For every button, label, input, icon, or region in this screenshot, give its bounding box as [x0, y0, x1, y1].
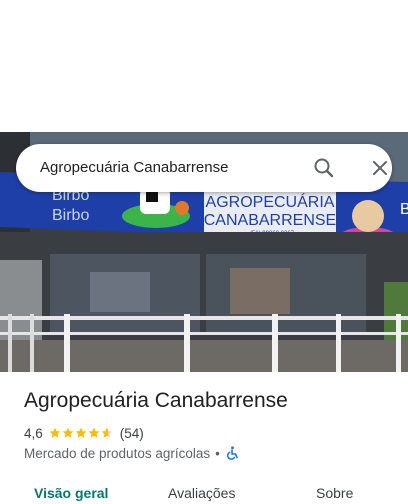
side-sign-2: Birbo [52, 207, 89, 224]
rating-value: 4,6 [24, 425, 43, 441]
search-icon[interactable] [310, 154, 338, 182]
rating-row[interactable]: 4,6 (54) [24, 424, 144, 442]
review-count[interactable]: (54) [120, 426, 144, 441]
place-title: Agropecuária Canabarrense [24, 389, 288, 412]
star-icon [75, 427, 87, 438]
tab-overview[interactable]: Visão geral [34, 478, 108, 504]
place-tabs: Visão geral Avaliações Sobre [0, 478, 408, 504]
star-icon [49, 427, 61, 438]
sign-line-1: AGROPECUÁRIA [206, 192, 335, 211]
category-row: Mercado de produtos agrícolas • [24, 444, 239, 462]
search-bar[interactable]: Agropecuária Canabarrense [16, 144, 392, 192]
star-icon [62, 427, 74, 438]
sign-line-2: CANABARRENSE [204, 212, 336, 229]
star-icon [101, 427, 113, 438]
tab-about[interactable]: Sobre [316, 478, 353, 504]
tab-reviews[interactable]: Avaliações [168, 478, 235, 504]
map-blank-area [0, 0, 408, 132]
rating-stars [49, 427, 114, 439]
star-icon [88, 427, 100, 438]
place-category: Mercado de produtos agrícolas [24, 445, 211, 461]
wheelchair-icon [225, 446, 239, 460]
close-icon[interactable] [366, 154, 394, 182]
separator: • [215, 445, 220, 461]
search-input[interactable]: Agropecuária Canabarrense [40, 144, 228, 192]
right-edge-letter: B [400, 201, 408, 218]
